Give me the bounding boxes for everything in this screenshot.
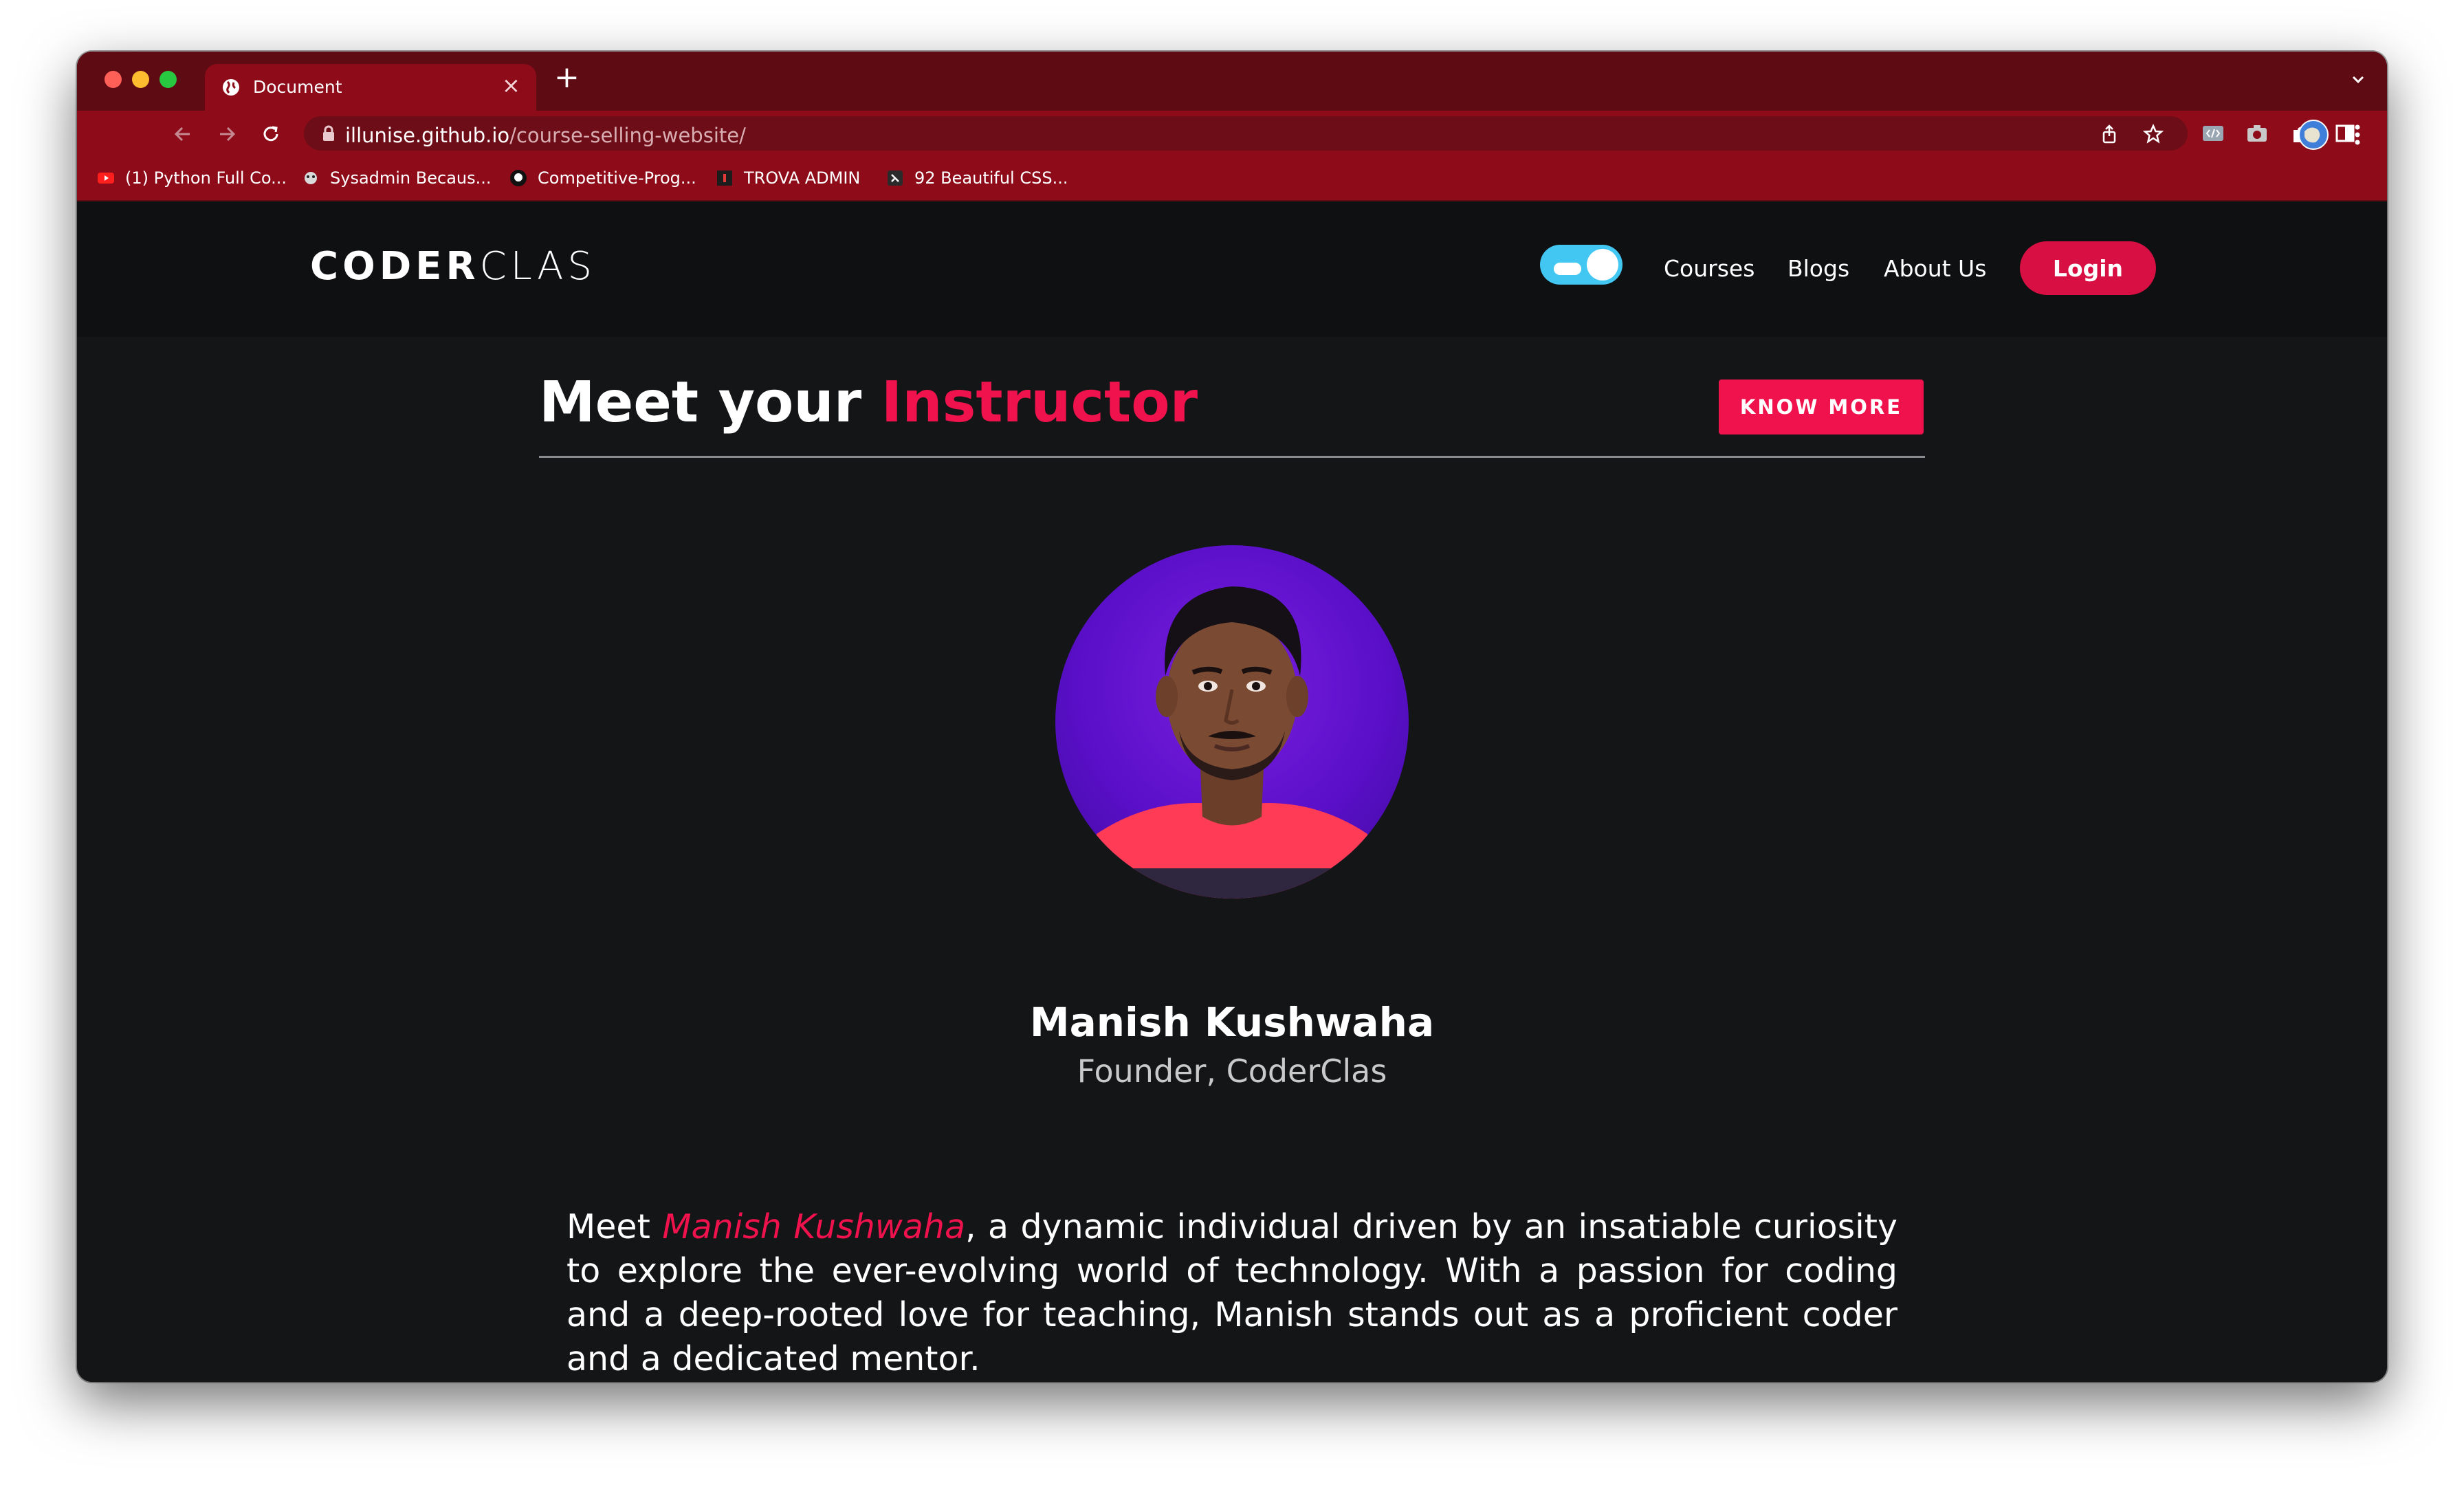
instructor-bio: Meet Manish Kushwaha, a dynamic individu… [566, 1205, 1898, 1381]
toggle-knob [1587, 249, 1618, 280]
tab-document[interactable]: Document × [205, 64, 536, 111]
bookmark-item[interactable]: TROVA ADMIN [715, 166, 860, 190]
web-page: CODERCLAS Courses Blogs About Us Login M… [77, 201, 2387, 1382]
browser-window: Document × + illunise.github.io/course-s… [77, 52, 2387, 1382]
cloud-icon [1554, 263, 1581, 275]
bookmark-label: Sysadmin Becaus... [330, 168, 492, 188]
back-arrow-icon[interactable] [170, 122, 195, 146]
url-text: illunise.github.io/course-selling-websit… [345, 124, 746, 147]
tab-strip: Document × + [77, 52, 2387, 111]
sysadmin-icon [305, 172, 317, 184]
bio-prefix: Meet [566, 1207, 663, 1246]
site-header: CODERCLAS Courses Blogs About Us Login [77, 201, 2387, 337]
bio-highlight-name: Manish Kushwaha [662, 1207, 965, 1246]
address-bar[interactable]: illunise.github.io/course-selling-websit… [304, 116, 2188, 151]
nav-courses[interactable]: Courses [1664, 255, 1754, 282]
section-title-accent: Instructor [881, 370, 1198, 435]
url-host: illunise.github.io [345, 124, 510, 147]
bookmark-item[interactable]: 92 Beautiful CSS... [886, 166, 1068, 190]
url-path: /course-selling-website/ [509, 124, 746, 147]
camera-icon[interactable] [2245, 122, 2269, 145]
tab-title: Document [253, 77, 342, 97]
nav-blogs[interactable]: Blogs [1788, 255, 1849, 282]
bookmarks-bar: (1) Python Full Co... Sysadmin Becaus...… [77, 156, 2387, 201]
share-icon[interactable] [2098, 123, 2120, 145]
maximize-window-button[interactable] [160, 71, 177, 88]
bookmark-item[interactable]: (1) Python Full Co... [96, 166, 287, 190]
login-button[interactable]: Login [2020, 241, 2156, 295]
star-icon[interactable] [2142, 123, 2164, 145]
theme-toggle[interactable] [1540, 245, 1622, 285]
close-window-button[interactable] [104, 71, 122, 88]
reload-icon[interactable] [258, 122, 283, 146]
section-title: Meet your Instructor [539, 370, 1198, 435]
instructor-name: Manish Kushwaha [1029, 999, 1435, 1046]
logo-light: CLAS [479, 244, 597, 289]
section-divider [539, 456, 1925, 458]
site-logo[interactable]: CODERCLAS [310, 244, 596, 289]
trova-icon [717, 170, 732, 186]
instructor-avatar [1055, 545, 1409, 899]
instructor-role: Founder, CoderClas [1077, 1053, 1387, 1090]
logo-bold: CODER [310, 244, 480, 289]
chevron-down-icon[interactable] [2348, 69, 2368, 89]
kebab-menu-icon[interactable] [2347, 122, 2368, 147]
bookmark-label: (1) Python Full Co... [125, 168, 287, 188]
new-tab-button[interactable]: + [554, 63, 580, 93]
bookmark-label: 92 Beautiful CSS... [914, 168, 1068, 188]
section-title-plain: Meet your [539, 370, 881, 435]
profile-avatar-icon[interactable] [2298, 119, 2329, 151]
forward-arrow-icon[interactable] [214, 122, 239, 146]
close-icon[interactable]: × [502, 72, 520, 98]
nav-about-us[interactable]: About Us [1884, 255, 1986, 282]
bookmark-label: TROVA ADMIN [744, 168, 861, 188]
know-more-button[interactable]: KNOW MORE [1719, 380, 1924, 434]
bookmark-label: Competitive-Prog... [538, 168, 696, 188]
instructor-portrait-illustration [1083, 586, 1381, 899]
bookmark-item[interactable]: Competitive-Prog... [509, 166, 696, 190]
minimize-window-button[interactable] [132, 71, 149, 88]
lock-icon [323, 125, 334, 141]
github-icon [510, 170, 527, 186]
browser-toolbar: illunise.github.io/course-selling-websit… [77, 111, 2387, 156]
code-extension-icon[interactable] [2201, 122, 2225, 145]
globe-icon [223, 79, 239, 96]
bookmark-item[interactable]: Sysadmin Becaus... [301, 166, 492, 190]
youtube-icon [98, 173, 114, 184]
css-icon [888, 170, 903, 186]
